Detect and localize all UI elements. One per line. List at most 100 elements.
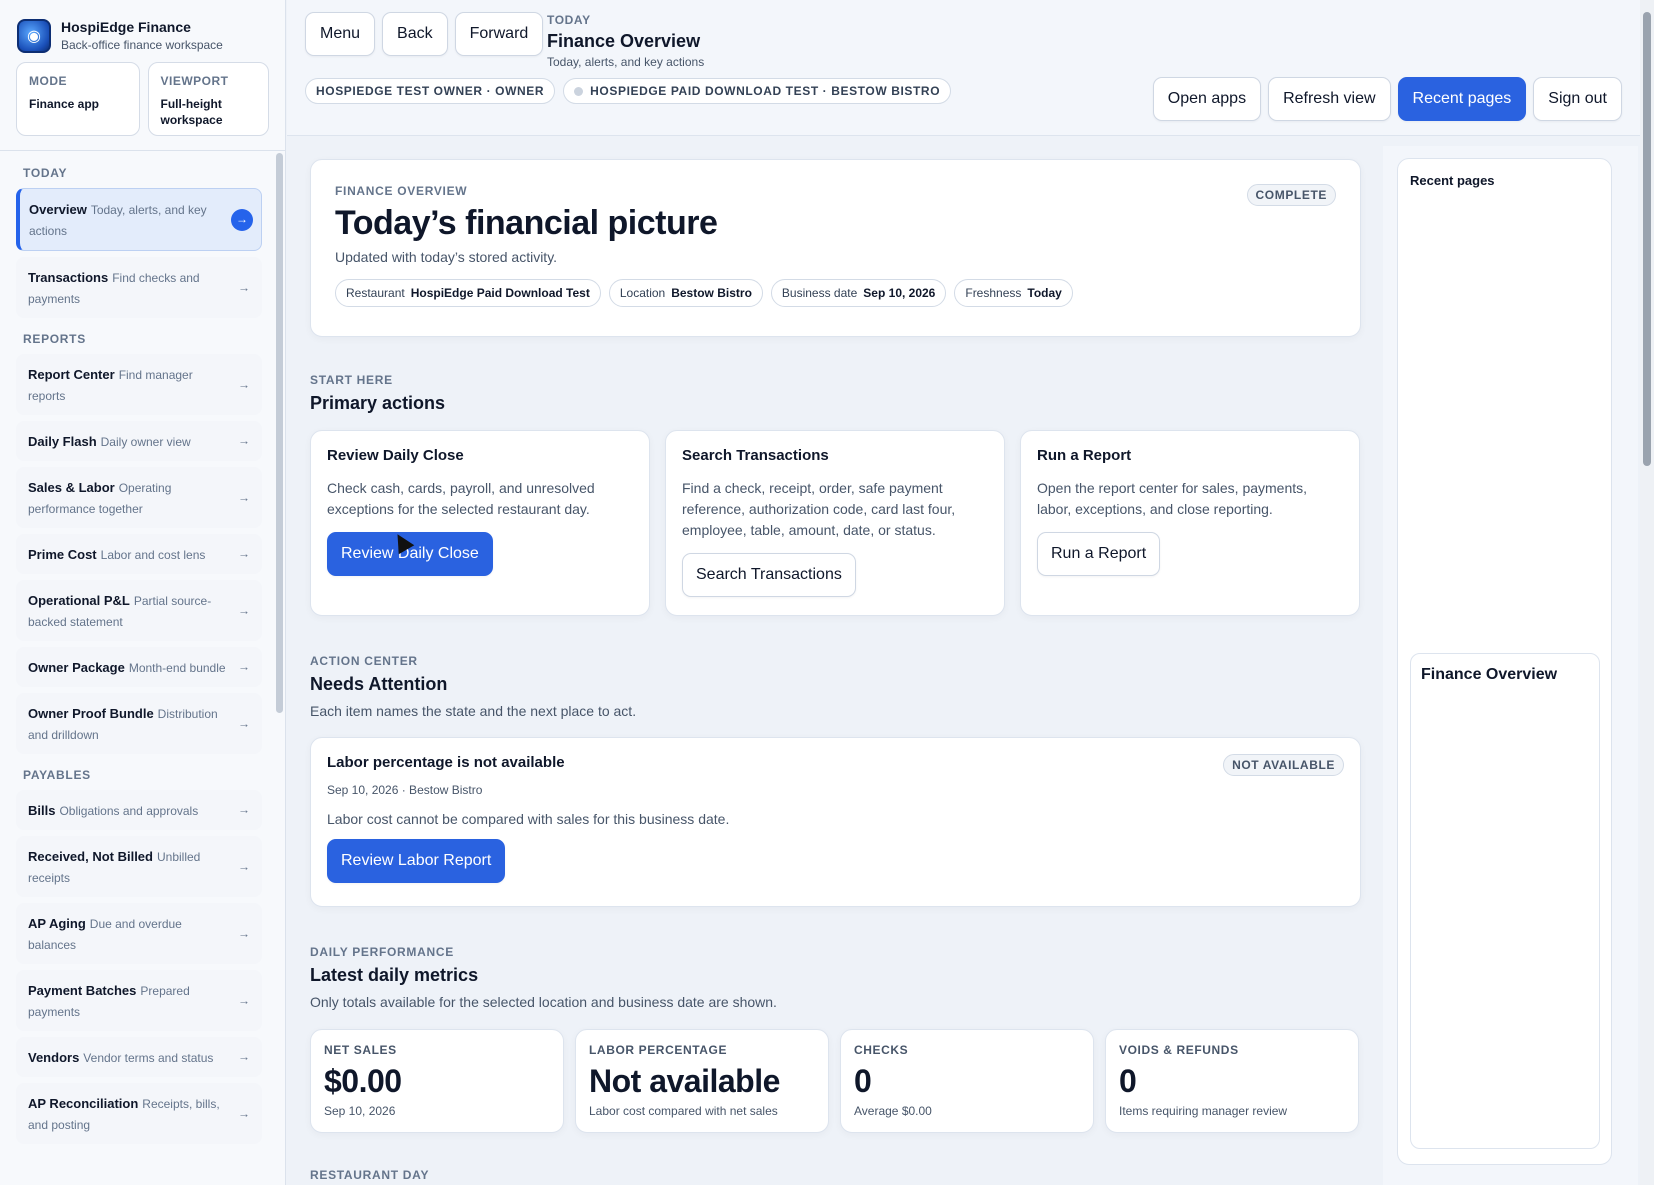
page-scrollbar-thumb[interactable] <box>1643 12 1651 466</box>
sidebar-item-title: Daily Flash <box>28 434 97 449</box>
app-logo-icon: ◉ <box>17 18 51 53</box>
sidebar-nav: TODAY Overview Today, alerts, and key act… <box>0 152 276 1185</box>
hero-title: Today’s financial picture <box>335 204 718 242</box>
viewport-card: VIEWPORT Full-height workspace <box>147 62 269 136</box>
arrow-right-icon: → <box>238 716 250 730</box>
metric-value: 0 <box>1119 1063 1137 1099</box>
refresh-view-button[interactable]: Refresh view <box>1268 77 1391 121</box>
sidebar-item-title: AP Reconciliation <box>28 1096 139 1111</box>
sidebar-item-bills[interactable]: Bills Obligations and approvals → <box>16 790 262 830</box>
arrow-right-icon: → <box>238 377 250 391</box>
sidebar-item-title: Bills <box>28 803 56 818</box>
attention-meta: Sep 10, 2026 · Bestow Bistro <box>327 783 483 797</box>
status-badge: COMPLETE <box>1246 184 1336 206</box>
arrow-right-icon: → <box>238 1106 250 1120</box>
viewport-label: VIEWPORT <box>160 74 229 88</box>
sidebar-item-desc: Month-end bundle <box>128 661 226 675</box>
sidebar-item-title: Payment Batches <box>28 983 137 998</box>
sidebar-item-sales-labor[interactable]: Sales & Labor Operating performance toget… <box>16 467 262 528</box>
metric-label: NET SALES <box>324 1043 397 1057</box>
mode-label: MODE <box>29 74 67 88</box>
section-kicker: ACTION CENTER <box>310 654 418 668</box>
main-content: FINANCE OVERVIEW Today’s financial pictu… <box>287 137 1367 1185</box>
brand-subtitle: Back-office finance workspace <box>61 38 223 52</box>
sidebar-item-ap-aging[interactable]: AP Aging Due and overdue balances → <box>16 903 262 964</box>
recent-pages-button[interactable]: Recent pages <box>1397 77 1527 121</box>
freshness-tag: Freshness Today <box>954 279 1073 307</box>
location-chip: HOSPIEDGE PAID DOWNLOAD TEST · BESTOW BI… <box>563 78 952 104</box>
arrow-right-icon: → <box>238 433 250 448</box>
sidebar-item-owner-proof-bundle[interactable]: Owner Proof Bundle Distribution and drill… <box>16 693 262 754</box>
mode-value: Finance app <box>29 97 100 111</box>
primary-actions-header: START HERE Primary actions <box>310 373 445 414</box>
open-apps-button[interactable]: Open apps <box>1152 77 1262 121</box>
review-labor-report-button[interactable]: Review Labor Report <box>327 839 506 883</box>
sidebar-divider <box>0 150 285 151</box>
sidebar-scrollbar[interactable] <box>276 153 283 713</box>
attention-title: Labor percentage is not available <box>327 754 565 771</box>
menu-button[interactable]: Menu <box>305 12 376 56</box>
arrow-right-icon: → <box>231 208 253 231</box>
arrow-right-icon: → <box>238 603 250 617</box>
needs-attention-header: ACTION CENTER Needs Attention Each item … <box>310 654 636 719</box>
attention-desc: Labor cost cannot be compared with sales… <box>327 811 730 827</box>
action-card-daily-close: Review Daily Close Check cash, cards, pa… <box>310 430 650 616</box>
search-transactions-button[interactable]: Search Transactions <box>682 553 856 597</box>
sidebar-item-transactions[interactable]: Transactions Find checks and payments → <box>16 257 262 318</box>
sidebar-item-title: Owner Proof Bundle <box>28 706 154 721</box>
metric-label: VOIDS & REFUNDS <box>1119 1043 1239 1057</box>
section-title: Needs Attention <box>310 674 448 694</box>
action-card-search-transactions: Search Transactions Find a check, receip… <box>665 430 1005 616</box>
arrow-right-icon: → <box>238 1049 250 1064</box>
hero-subtitle: Updated with today’s stored activity. <box>335 249 558 265</box>
arrow-right-icon: → <box>238 926 250 940</box>
sidebar-item-received-not-billed[interactable]: Received, Not Billed Unbilled receipts → <box>16 836 262 897</box>
tag-label: Business date <box>781 286 858 300</box>
sidebar-item-overview[interactable]: Overview Today, alerts, and key actions → <box>16 188 262 251</box>
sidebar-item-title: AP Aging <box>28 916 86 931</box>
sidebar-item-title: Vendors <box>28 1050 80 1065</box>
top-bar: Menu Back Forward TODAY Finance Overview… <box>287 0 1640 136</box>
status-badge: NOT AVAILABLE <box>1223 754 1344 776</box>
recent-page-item[interactable]: Finance Overview <box>1410 653 1600 1149</box>
run-report-button[interactable]: Run a Report <box>1037 532 1161 576</box>
action-card-desc: Open the report center for sales, paymen… <box>1037 480 1308 517</box>
hero-kicker: FINANCE OVERVIEW <box>335 184 468 198</box>
section-subtitle: Each item names the state and the next p… <box>310 703 637 719</box>
metric-voids-refunds: VOIDS & REFUNDS 0 Items requiring manage… <box>1105 1029 1359 1133</box>
sidebar-item-report-center[interactable]: Report Center Find manager reports → <box>16 354 262 415</box>
forward-button[interactable]: Forward <box>454 12 544 56</box>
sidebar-item-ap-reconciliation[interactable]: AP Reconciliation Receipts, bills, and po… <box>16 1083 262 1144</box>
recent-pages-card: Recent pages Finance Overview <box>1397 158 1612 1165</box>
metric-label: CHECKS <box>854 1043 909 1057</box>
sidebar-item-payment-batches[interactable]: Payment Batches Prepared payments → <box>16 970 262 1031</box>
sidebar-item-title: Sales & Labor <box>28 480 115 495</box>
tag-label: Location <box>619 286 666 300</box>
brand: ◉ HospiEdge Finance Back-office finance … <box>0 0 285 56</box>
arrow-right-icon: → <box>238 802 250 817</box>
sign-out-button[interactable]: Sign out <box>1533 77 1622 121</box>
arrow-right-icon: → <box>238 280 250 294</box>
sidebar-item-desc: Obligations and approvals <box>59 804 199 818</box>
owner-chip: HOSPIEDGE TEST OWNER · OWNER <box>305 78 556 104</box>
sidebar-item-daily-flash[interactable]: Daily Flash Daily owner view → <box>16 421 262 461</box>
tag-value: Sep 10, 2026 <box>863 286 936 300</box>
sidebar-item-desc: Vendor terms and status <box>83 1051 214 1065</box>
arrow-right-icon: → <box>238 859 250 873</box>
location-chip-label: HOSPIEDGE PAID DOWNLOAD TEST · BESTOW BI… <box>590 84 941 98</box>
sidebar-section-reports: REPORTS <box>23 332 86 346</box>
sidebar-item-operational-pl[interactable]: Operational P&L Partial source-backed sta… <box>16 580 262 641</box>
sidebar-item-owner-package[interactable]: Owner Package Month-end bundle → <box>16 647 262 687</box>
sidebar-item-title: Received, Not Billed <box>28 849 153 864</box>
back-button[interactable]: Back <box>382 12 448 56</box>
hero-card: FINANCE OVERVIEW Today’s financial pictu… <box>310 159 1361 337</box>
section-kicker: START HERE <box>310 373 393 387</box>
action-card-title: Review Daily Close <box>327 447 464 464</box>
sidebar-item-vendors[interactable]: Vendors Vendor terms and status → <box>16 1037 262 1077</box>
page-scrollbar[interactable] <box>1640 0 1654 1185</box>
metric-sub: Average $0.00 <box>854 1104 932 1118</box>
sidebar-item-prime-cost[interactable]: Prime Cost Labor and cost lens → <box>16 534 262 574</box>
tag-value: HospiEdge Paid Download Test <box>410 286 590 300</box>
tag-value: Bestow Bistro <box>671 286 752 300</box>
arrow-right-icon: → <box>238 546 250 561</box>
